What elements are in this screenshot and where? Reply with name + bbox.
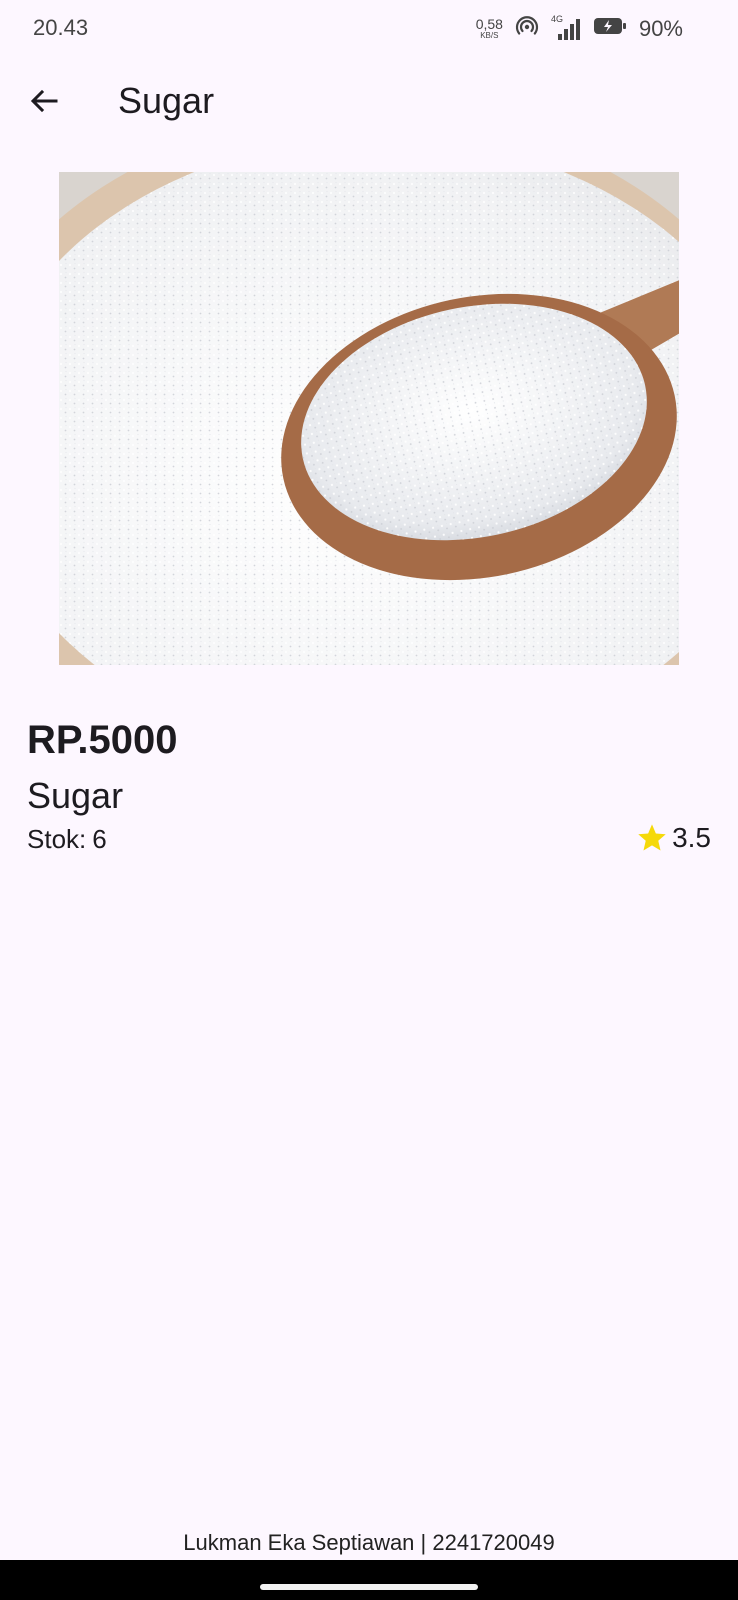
app-bar: Sugar <box>0 70 738 132</box>
status-time: 20.43 <box>33 15 89 40</box>
page-title: Sugar <box>118 80 215 121</box>
star-icon <box>638 824 666 851</box>
status-icons: 0,58 KB/S 4G 90% <box>476 14 683 43</box>
battery-icon <box>593 16 627 41</box>
product-rating: 3.5 <box>636 822 711 854</box>
rating-value: 3.5 <box>672 822 711 853</box>
stock-label: Stok: <box>27 824 87 854</box>
network-speed-unit: KB/S <box>480 31 499 40</box>
arrow-back-icon <box>30 89 58 113</box>
stock-value: 6 <box>92 824 107 854</box>
network-speed-value: 0,58 <box>475 16 503 32</box>
product-image <box>59 172 679 665</box>
back-button[interactable] <box>22 79 66 123</box>
product-name: Sugar <box>27 775 124 816</box>
product-stock: Stok: 6 <box>27 824 107 855</box>
footer-credit: Lukman Eka Septiawan | 2241720049 <box>183 1530 555 1555</box>
product-price: RP.5000 <box>27 718 178 762</box>
battery-percent: 90% <box>638 15 683 41</box>
network-speed: 0,58 KB/S <box>476 17 503 40</box>
home-gesture-handle[interactable] <box>260 1584 478 1590</box>
hotspot-icon <box>515 14 539 43</box>
status-bar: 20.43 0,58 KB/S 4G 90% <box>0 0 738 56</box>
system-nav-bar <box>0 1560 738 1600</box>
signal-icon: 4G <box>551 14 581 42</box>
